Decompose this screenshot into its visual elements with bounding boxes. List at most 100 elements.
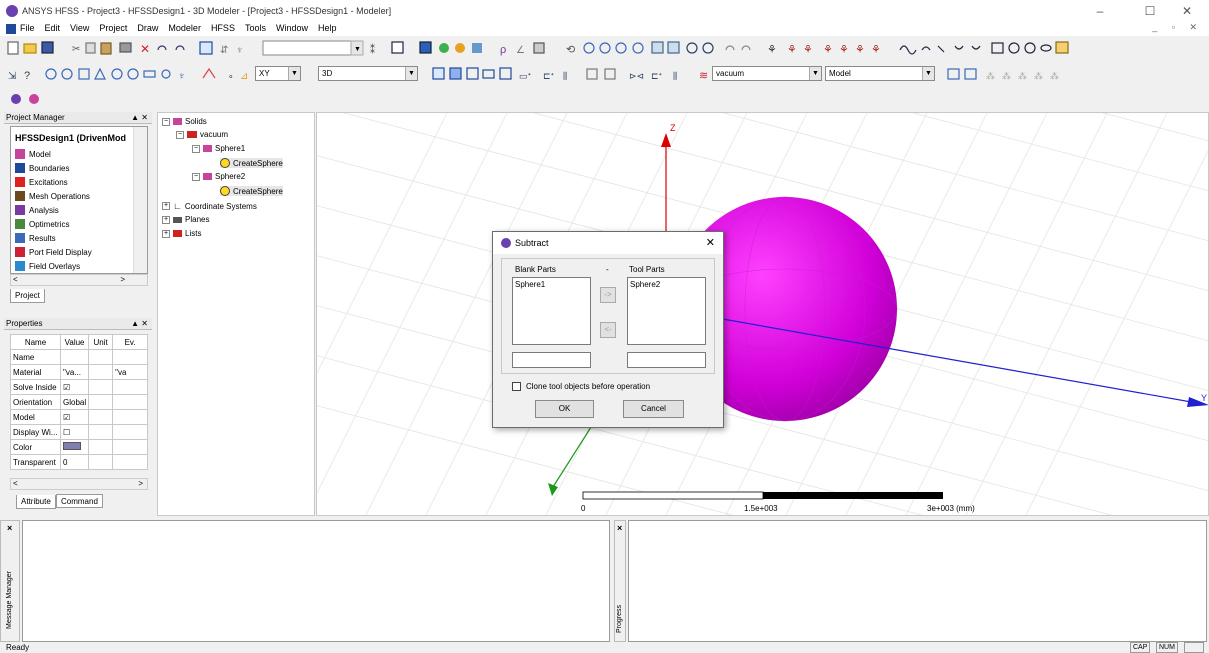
pm-item-model[interactable]: Model — [15, 147, 51, 161]
tab-command[interactable]: Command — [56, 494, 103, 508]
panel-pin-close-icon[interactable]: ▲ ✕ — [131, 112, 148, 124]
model-checkbox[interactable]: ☑ — [59, 409, 90, 425]
tree-item-lists[interactable]: + Lists — [162, 229, 201, 238]
list-item[interactable]: Sphere2 — [630, 280, 703, 289]
tree-item-sphere1[interactable]: − Sphere1 — [192, 144, 245, 153]
tree-item-vacuum[interactable]: − vacuum — [176, 130, 228, 139]
dimension-select[interactable]: 3D ▼ — [318, 66, 418, 81]
tab-attribute[interactable]: Attribute — [16, 495, 56, 509]
color-swatch[interactable] — [59, 439, 90, 455]
mdi-controls[interactable]: _ ▫ ✕ — [1152, 22, 1203, 33]
coordinate-icon: ∟ — [173, 201, 182, 211]
menu-help[interactable]: Help — [318, 23, 337, 33]
tree-item-sphere2[interactable]: − Sphere2 — [192, 172, 245, 181]
close-icon[interactable]: × — [7, 523, 12, 533]
ok-button[interactable]: OK — [535, 400, 594, 418]
cell-value[interactable]: "va... — [59, 364, 90, 380]
pm-item-optimetrics[interactable]: Optimetrics — [15, 217, 69, 231]
menu-window[interactable]: Window — [276, 23, 308, 33]
pm-item-analysis[interactable]: Analysis — [15, 203, 59, 217]
display-wireframe-checkbox[interactable]: ☐ — [59, 424, 90, 440]
cell-value[interactable]: Global — [59, 394, 90, 410]
table-row[interactable]: Name — [10, 349, 148, 365]
scroll-left-icon[interactable]: < — [13, 479, 18, 488]
tool-parts-field[interactable] — [627, 352, 706, 368]
toolbar-row-2-icons-right[interactable]: ⁂ ⁂ ⁂ ⁂ ⁂ — [940, 62, 1070, 86]
table-row[interactable]: Solve Inside ☑ — [10, 379, 148, 395]
table-row[interactable]: Color — [10, 439, 148, 455]
expand-icon[interactable]: + — [162, 202, 170, 210]
menu-modeler[interactable]: Modeler — [168, 23, 201, 33]
cancel-button[interactable]: Cancel — [623, 400, 684, 418]
expand-icon[interactable]: + — [162, 229, 170, 238]
scroll-right-icon[interactable]: > — [120, 275, 125, 284]
material-select[interactable]: vacuum ▼ — [712, 66, 822, 81]
properties-horizontal-scrollbar[interactable]: < > — [10, 478, 148, 490]
table-row[interactable]: Transparent 0 — [10, 454, 148, 470]
menu-hfss[interactable]: HFSS — [211, 23, 235, 33]
pm-item-mesh-operations[interactable]: Mesh Operations — [15, 189, 90, 203]
message-list[interactable] — [22, 520, 610, 642]
pm-item-field-overlays[interactable]: Field Overlays — [15, 259, 80, 273]
blank-parts-field[interactable] — [512, 352, 591, 368]
blank-parts-list[interactable]: Sphere1 — [512, 277, 591, 345]
close-icon[interactable]: × — [617, 523, 622, 533]
collapse-icon[interactable]: − — [192, 144, 200, 153]
tree-item-create-sphere-1[interactable]: CreateSphere — [220, 158, 283, 168]
progress-list[interactable] — [628, 520, 1207, 642]
minimize-button[interactable]: – — [1085, 2, 1115, 20]
pm-item-results[interactable]: Results — [15, 231, 56, 245]
solve-inside-checkbox[interactable]: ☑ — [59, 379, 90, 395]
menu-edit[interactable]: Edit — [45, 23, 61, 33]
menu-tools[interactable]: Tools — [245, 23, 266, 33]
clone-checkbox[interactable] — [512, 382, 521, 391]
tool-parts-list[interactable]: Sphere2 — [627, 277, 706, 345]
table-row[interactable]: Orientation Global — [10, 394, 148, 410]
progress-tab[interactable]: × Progress — [614, 520, 626, 642]
model-select[interactable]: Model ▼ — [825, 66, 935, 81]
close-icon[interactable]: ✕ — [706, 236, 715, 249]
tab-project[interactable]: Project — [10, 289, 45, 303]
collapse-icon[interactable]: − — [176, 130, 184, 139]
toolbar-row-3-icons[interactable] — [0, 88, 60, 110]
move-left-button[interactable]: <- — [600, 322, 616, 338]
transparent-value[interactable]: 0 — [59, 454, 90, 470]
pm-item-boundaries[interactable]: Boundaries — [15, 161, 69, 175]
viewport-scene[interactable]: Z Y 0 1.5e+003 3e+003 (mm) — [317, 113, 1209, 516]
3d-viewport[interactable]: Z Y 0 1.5e+003 3e+003 (mm) — [316, 112, 1209, 516]
tree-item-create-sphere-2[interactable]: CreateSphere — [220, 186, 283, 196]
tree-item-solids[interactable]: − Solids — [162, 117, 207, 126]
tree-item-planes[interactable]: + Planes — [162, 215, 209, 224]
menu-view[interactable]: View — [70, 23, 89, 33]
menu-file[interactable]: File — [20, 23, 35, 33]
collapse-icon[interactable]: − — [192, 172, 200, 181]
toolbar-row-2-icons-mid[interactable]: ▭ᐩ ⊏ᐩ ⫼ ⊳⊲ ⊏ᐩ ⫼ ≋ — [425, 62, 725, 86]
table-row[interactable]: Display Wi... ☐ — [10, 424, 148, 440]
design-root[interactable]: HFSSDesign1 (DrivenMod — [15, 133, 126, 143]
scroll-left-icon[interactable]: < — [13, 275, 18, 284]
pm-horizontal-scrollbar[interactable]: < > — [10, 274, 148, 286]
pm-vertical-scrollbar[interactable] — [133, 127, 147, 273]
toolbar-row-1-icons[interactable]: ✂ ✕ ⇵ ♆ ▼ ⁑ ρ ∠ ⟲ ⚘ ⚘ ⚘ ⚘ ⚘ ⚘ ⚘ — [0, 36, 1209, 60]
document-icon — [6, 24, 16, 34]
collapse-icon[interactable]: − — [162, 117, 170, 126]
pm-item-port-field-display[interactable]: Port Field Display — [15, 245, 92, 259]
expand-icon[interactable]: + — [162, 215, 170, 224]
message-manager-tab[interactable]: × Message Manager — [0, 520, 20, 642]
list-item[interactable]: Sphere1 — [515, 280, 588, 289]
svg-text:⫼: ⫼ — [673, 71, 677, 81]
menu-project[interactable]: Project — [99, 23, 127, 33]
panel-pin-close-icon[interactable]: ▲ ✕ — [131, 318, 148, 330]
pm-item-excitations[interactable]: Excitations — [15, 175, 68, 189]
menu-draw[interactable]: Draw — [137, 23, 158, 33]
object-icon — [203, 145, 212, 152]
plane-select[interactable]: XY ▼ — [255, 66, 301, 81]
tree-item-coordinate-systems[interactable]: + ∟ Coordinate Systems — [162, 201, 257, 211]
table-row[interactable]: Model ☑ — [10, 409, 148, 425]
maximize-button[interactable]: ☐ — [1135, 2, 1165, 20]
table-row[interactable]: Material "va... "va — [10, 364, 148, 380]
scroll-right-icon[interactable]: > — [138, 479, 143, 488]
cell-value[interactable] — [59, 349, 90, 365]
move-right-button[interactable]: -> — [600, 287, 616, 303]
close-button[interactable]: ✕ — [1172, 2, 1202, 20]
